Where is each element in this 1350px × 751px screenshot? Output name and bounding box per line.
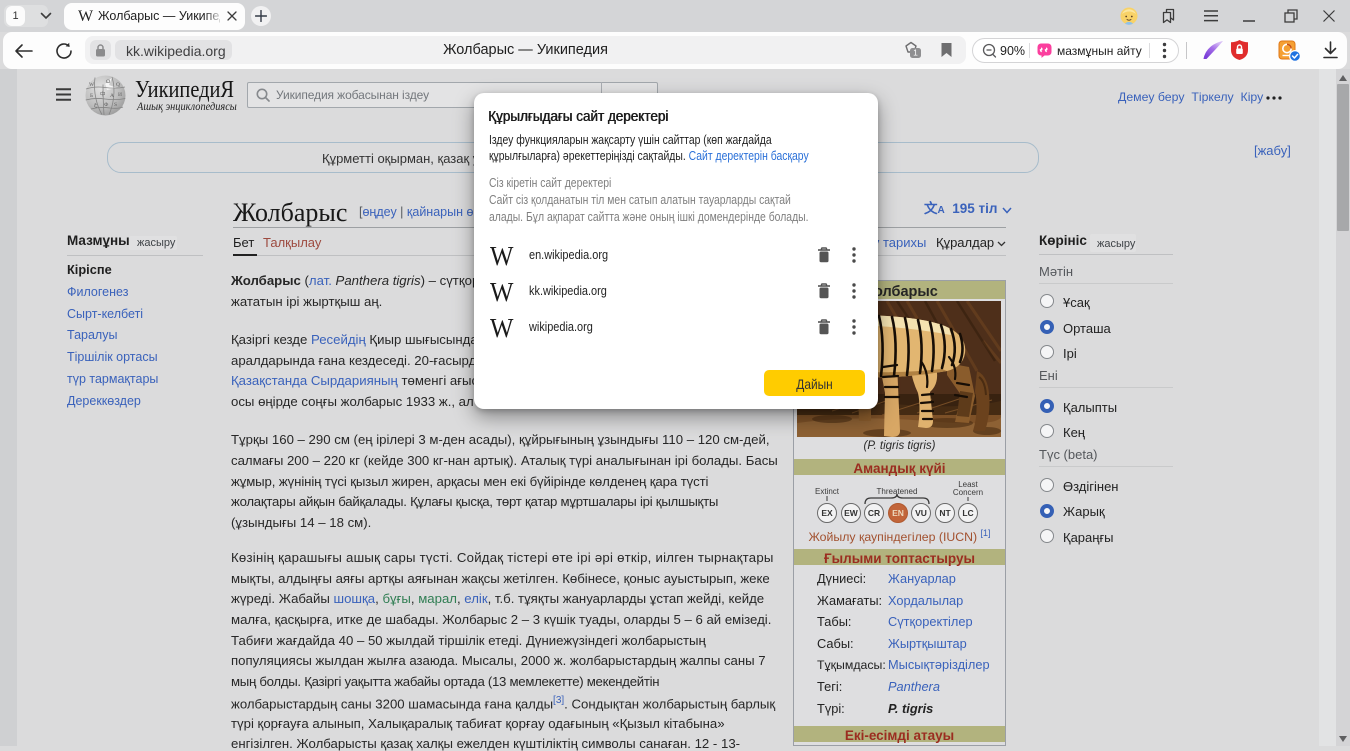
svg-text:Q: Q (116, 82, 120, 88)
svg-text:CR: CR (868, 508, 880, 518)
svg-text:Ф: Ф (104, 102, 109, 108)
svg-text:Б: Б (90, 93, 93, 99)
svg-text:Extinct: Extinct (815, 487, 840, 496)
svg-text:NT: NT (939, 508, 951, 518)
svg-text:Concern: Concern (953, 488, 983, 497)
svg-text:Ω: Ω (106, 79, 110, 85)
svg-text:1: 1 (913, 48, 918, 58)
svg-text:И: И (118, 92, 122, 98)
svg-text:W: W (89, 82, 95, 88)
svg-text:EN: EN (892, 508, 904, 518)
svg-text:VU: VU (915, 508, 927, 518)
svg-text:中: 中 (100, 90, 106, 98)
svg-text:EX: EX (821, 508, 833, 518)
svg-text:S: S (114, 102, 117, 108)
svg-text:A: A (110, 93, 114, 99)
svg-text:LC: LC (962, 508, 973, 518)
svg-text:EW: EW (844, 508, 859, 518)
